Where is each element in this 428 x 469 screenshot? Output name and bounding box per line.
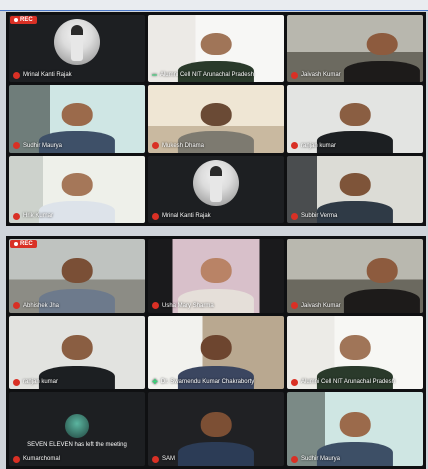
participant-tile[interactable]: Hrik Kumar xyxy=(9,155,145,223)
participant-name: Abhishek Jha xyxy=(23,302,60,309)
participant-tile[interactable]: Mrinal Kanti Rajak xyxy=(148,155,284,223)
mic-off-icon xyxy=(291,302,298,310)
participant-name: Mukesh Dhama xyxy=(162,142,205,149)
participant-name: Dr. Swarnendu Kumar Chakraborty xyxy=(160,379,255,386)
video-grid-top: REC Mrinal Kanti Rajak ═ Alumni Cell NIT … xyxy=(6,12,426,226)
recording-badge: REC xyxy=(10,16,37,24)
mic-off-icon xyxy=(152,302,159,310)
profile-avatar xyxy=(65,414,89,439)
participant-name: ranjan kumar xyxy=(301,142,337,149)
participant-tile[interactable]: ✚ Dr. Swarnendu Kumar Chakraborty xyxy=(148,315,284,390)
mic-off-icon xyxy=(152,455,159,463)
participant-name: Alumni Cell NIT Arunachal Pradesh xyxy=(159,72,254,79)
mic-off-icon xyxy=(291,212,298,220)
participant-tile[interactable]: SAM xyxy=(148,392,284,466)
mic-off-icon xyxy=(291,142,298,150)
mic-off-icon xyxy=(13,302,20,310)
participant-tile[interactable]: Usha Mary Sharma xyxy=(148,239,284,313)
record-dot-icon xyxy=(14,18,18,22)
participant-tile[interactable]: Jaivash Kumar xyxy=(287,15,423,83)
mic-off-icon xyxy=(13,71,20,79)
participant-name: Usha Mary Sharma xyxy=(162,302,214,309)
profile-avatar xyxy=(54,18,100,65)
participant-tile[interactable]: Alumni Cell NIT Arunachal Pradesh xyxy=(287,315,423,390)
participant-tile[interactable]: Subbir Verma xyxy=(287,155,423,223)
participant-tile[interactable]: ═ Alumni Cell NIT Arunachal Pradesh xyxy=(148,15,284,83)
participant-name: Jaivash Kumar xyxy=(301,72,341,79)
mic-off-icon xyxy=(13,142,20,150)
pin-icon: ✚ xyxy=(152,378,158,386)
participant-tile[interactable]: Jaivash Kumar xyxy=(287,239,423,313)
participant-tile[interactable]: ranjan kumar xyxy=(9,315,145,390)
participant-name: Kumarchomal xyxy=(23,456,61,462)
recording-badge: REC xyxy=(10,240,37,248)
participant-name: Mrinal Kanti Rajak xyxy=(23,72,72,79)
participant-video xyxy=(344,28,421,83)
participant-name: ranjan kumar xyxy=(23,379,59,386)
mic-off-icon xyxy=(13,212,20,220)
mic-off-icon xyxy=(152,142,159,150)
participant-tile[interactable]: Abhishek Jha xyxy=(9,239,145,313)
participant-tile[interactable]: Sudhir Maurya xyxy=(9,85,145,153)
record-dot-icon xyxy=(14,242,18,246)
participant-name: Sudhir Maurya xyxy=(23,142,63,149)
video-grid-bottom: REC Abhishek Jha Usha Mary Sharma Jaivas… xyxy=(6,236,426,469)
top-window-strip xyxy=(0,0,428,11)
participant-tile[interactable]: Sudhir Maurya xyxy=(287,392,423,466)
participant-name: Jaivash Kumar xyxy=(301,302,341,309)
participant-video xyxy=(344,254,421,313)
participant-name: Mrinal Kanti Rajak xyxy=(162,213,211,219)
participant-name: Alumni Cell NIT Arunachal Pradesh xyxy=(301,379,395,386)
participant-video xyxy=(177,407,255,466)
mic-off-icon xyxy=(291,378,298,386)
profile-avatar xyxy=(193,159,239,206)
participant-name: Sudhir Maurya xyxy=(301,456,341,462)
mic-off-icon xyxy=(291,71,298,79)
pin-icon: ═ xyxy=(152,71,157,79)
participant-name: SAM xyxy=(162,456,176,462)
meeting-notice: SEVEN ELEVEN has left the meeting xyxy=(9,414,145,449)
mic-off-icon xyxy=(291,455,298,463)
mic-off-icon xyxy=(13,455,20,463)
participant-tile[interactable]: Mukesh Dhama xyxy=(148,85,284,153)
participant-tile[interactable]: Mrinal Kanti Rajak xyxy=(9,15,145,83)
participant-tile[interactable]: ranjan kumar xyxy=(287,85,423,153)
mic-off-icon xyxy=(13,378,20,386)
participant-name: Subbir Verma xyxy=(301,213,338,219)
mic-off-icon xyxy=(152,212,159,220)
participant-name: Hrik Kumar xyxy=(23,213,54,219)
participant-tile[interactable]: SEVEN ELEVEN has left the meeting Kumarc… xyxy=(9,392,145,466)
